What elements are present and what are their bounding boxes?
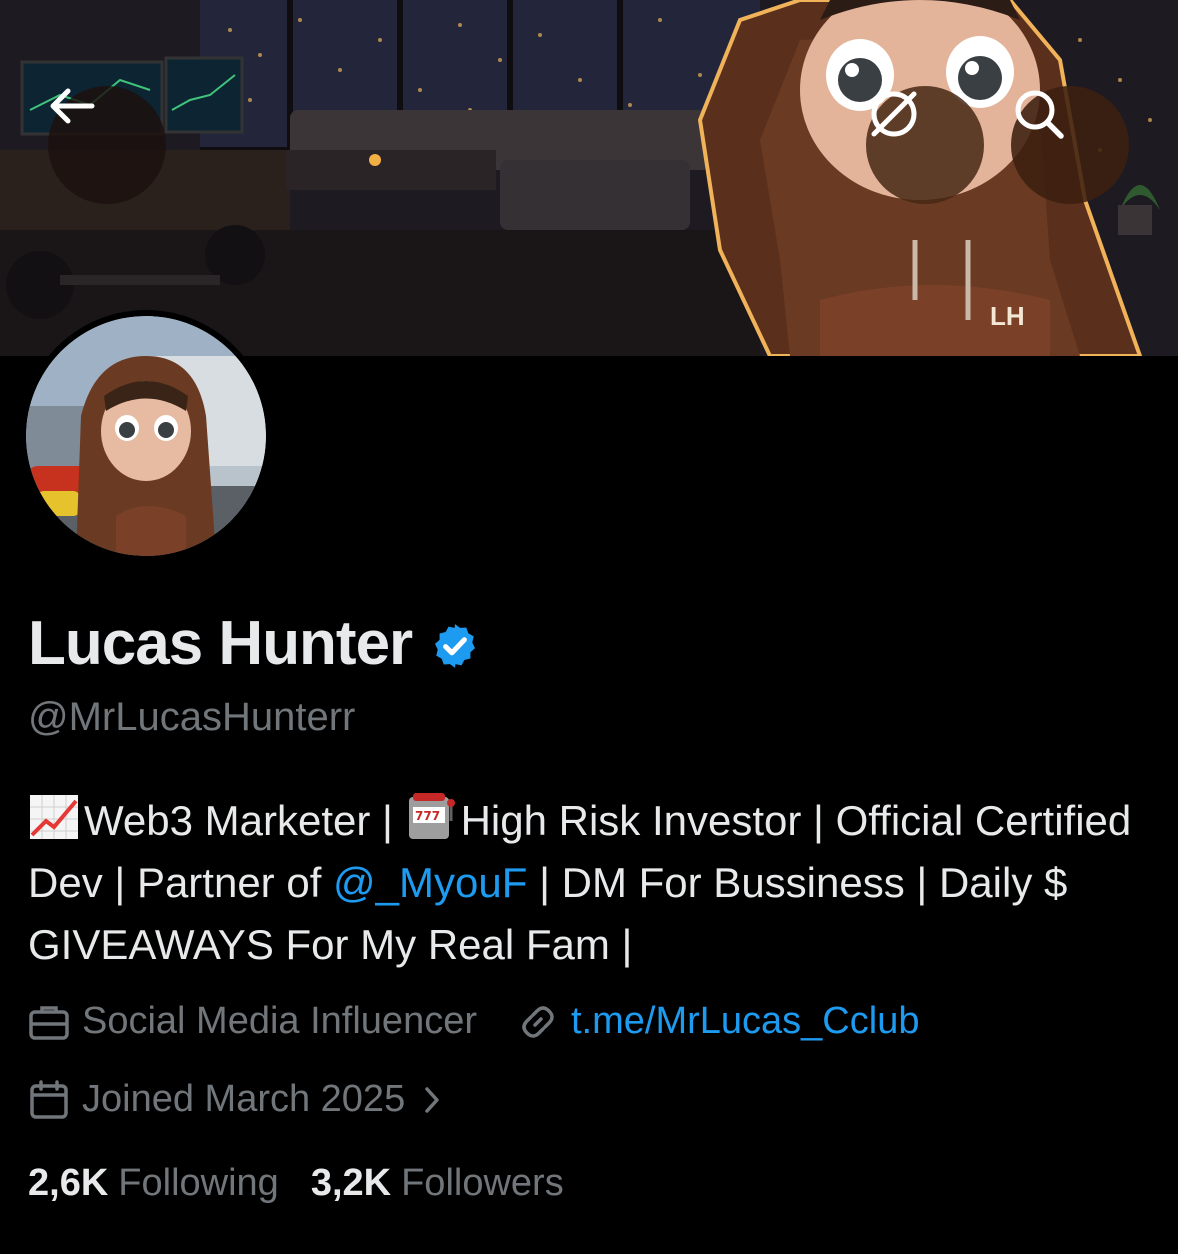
profile-bio: Web3 Marketer | 777 High Risk Investor |… xyxy=(28,790,1158,976)
following-count: 2,6K xyxy=(28,1162,109,1204)
profile-meta-row: Social Media Influencer t.me/MrLucas_Ccl… xyxy=(28,1000,919,1043)
profile-link-text[interactable]: t.me/MrLucas_Cclub xyxy=(571,1000,919,1043)
translate-button[interactable] xyxy=(866,86,984,204)
display-name: Lucas Hunter xyxy=(28,609,413,678)
avatar-image xyxy=(26,316,266,556)
verified-badge-icon[interactable] xyxy=(430,621,480,671)
back-button[interactable] xyxy=(48,86,166,204)
joined-text: Joined March 2025 xyxy=(82,1078,406,1120)
profile-joined[interactable]: Joined March 2025 xyxy=(28,1078,459,1121)
calendar-icon xyxy=(30,1079,68,1119)
profile-avatar[interactable] xyxy=(20,310,272,562)
following-stat[interactable]: 2,6K Following xyxy=(28,1162,279,1205)
slot-machine-emoji-icon: 777 xyxy=(408,793,455,839)
category-text: Social Media Influencer xyxy=(82,1000,477,1042)
briefcase-icon xyxy=(29,1005,69,1040)
profile-category: Social Media Influencer xyxy=(28,1000,477,1043)
profile-stats: 2,6K Following 3,2K Followers xyxy=(28,1162,596,1205)
svg-text:777: 777 xyxy=(415,809,440,823)
chevron-right-icon xyxy=(425,1086,439,1113)
link-icon xyxy=(522,1005,554,1038)
search-button[interactable] xyxy=(1011,86,1129,204)
followers-count: 3,2K xyxy=(310,1162,392,1204)
profile-name-row: Lucas Hunter xyxy=(28,608,480,679)
search-icon xyxy=(1015,90,1064,139)
banner-caption: LH xyxy=(990,301,1025,331)
profile-link[interactable]: t.me/MrLucas_Cclub xyxy=(517,1000,919,1043)
banner-image: LH xyxy=(0,0,1178,356)
chart-increasing-emoji-icon xyxy=(30,795,78,839)
bio-text-part1: Web3 Marketer | xyxy=(84,797,405,844)
profile-handle: @MrLucasHunterr xyxy=(28,695,356,739)
arrow-left-icon xyxy=(50,88,95,124)
followers-label: Followers xyxy=(401,1162,564,1204)
bio-mention-link[interactable]: @_MyouF xyxy=(333,859,527,906)
globe-slash-icon xyxy=(871,91,917,137)
profile-joined-row[interactable]: Joined March 2025 xyxy=(28,1078,459,1121)
followers-stat[interactable]: 3,2K Followers xyxy=(311,1162,564,1205)
following-label: Following xyxy=(118,1162,279,1204)
profile-banner[interactable]: LH xyxy=(0,0,1178,356)
